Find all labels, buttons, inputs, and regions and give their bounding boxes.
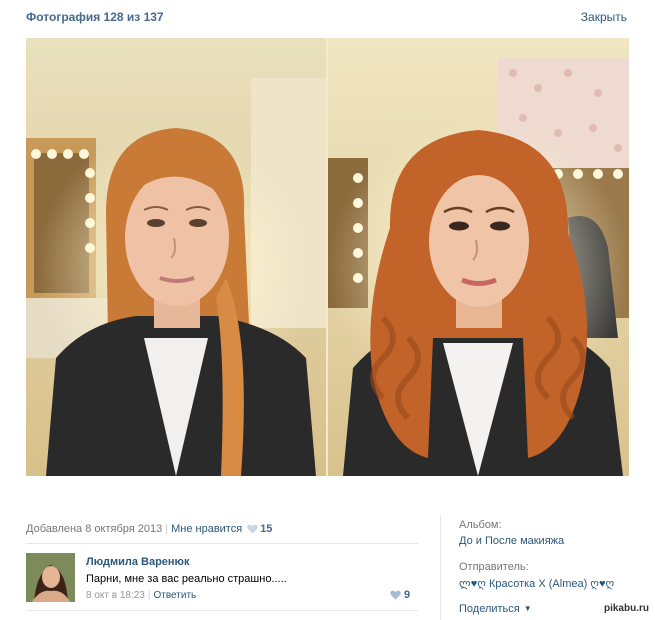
close-link[interactable]: Закрыть [581,10,627,24]
divider-top [26,543,418,544]
photo-viewer-image[interactable] [26,38,629,476]
heart-icon [390,590,401,600]
watermark: pikabu.ru [601,603,651,614]
comment-time[interactable]: 8 окт в 18:23 [86,590,145,601]
reply-link[interactable]: Ответить [153,590,196,601]
separator: | [147,590,151,601]
chevron-down-icon: ▼ [523,604,532,613]
share-button[interactable]: Поделиться ▼ [459,603,532,615]
before-photo-illustration [26,38,326,476]
comment-text: Парни, мне за вас реально страшно..... [86,573,287,585]
comment-like-count: 9 [404,589,411,601]
share-label: Поделиться [459,603,520,615]
album-link[interactable]: До и После макияжа [459,535,564,547]
comment-author[interactable]: Людмила Варенюк [86,556,189,568]
like-count: 15 [260,523,273,535]
avatar[interactable] [26,553,75,602]
before-photo-half [26,38,326,476]
separator: | [165,523,169,535]
heart-icon[interactable] [247,524,258,537]
album-label: Альбом: [459,519,502,531]
sidebar-divider [440,515,441,620]
after-photo-half [328,38,629,476]
photo-meta: Добавлена 8 октября 2013 | Мне нравится 15 [26,523,272,537]
photo-added-date: Добавлена 8 октября 2013 [26,523,163,535]
sender-label: Отправитель: [459,561,529,573]
comment-meta: 8 окт в 18:23 | Ответить [86,590,196,601]
comment-like[interactable]: 9 [390,589,410,601]
divider-bottom [26,610,418,611]
sender-link[interactable]: ლ♥ღ Красотка X (Almea) ღ♥ღ [459,577,614,590]
like-link[interactable]: Мне нравится [171,523,242,535]
photo-counter-title: Фотография 128 из 137 [26,10,164,24]
after-photo-illustration [328,38,629,476]
